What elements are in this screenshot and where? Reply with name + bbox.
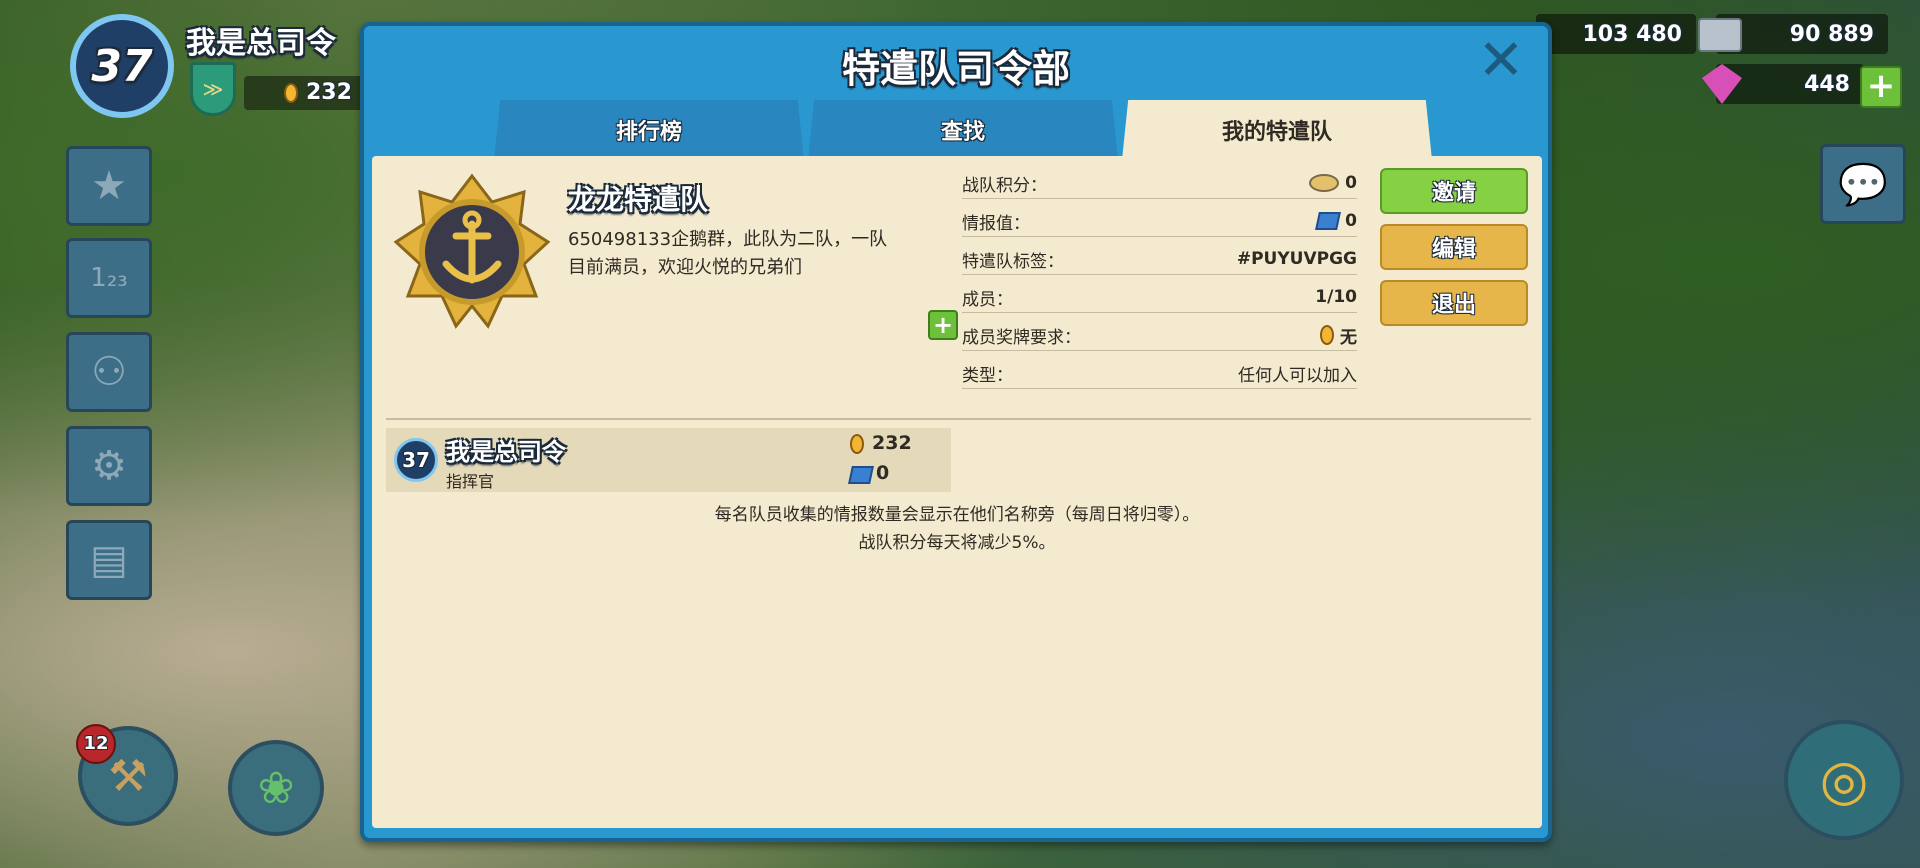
wood-counter: 103 480 bbox=[1536, 14, 1696, 54]
medal-icon bbox=[1320, 325, 1334, 345]
stat-row-team-score: 战队积分： 0 bbox=[962, 168, 1357, 199]
diamond-counter: 448 bbox=[1716, 64, 1864, 104]
stat-row-members: 成员： 1/10 bbox=[962, 282, 1357, 313]
leave-button[interactable]: 退出 bbox=[1380, 280, 1528, 326]
tab-search[interactable]: 查找 bbox=[808, 100, 1118, 160]
stat-value: 任何人可以加入 bbox=[1238, 365, 1357, 386]
treasure-icon[interactable]: ❀ bbox=[228, 740, 324, 836]
map-compass-icon[interactable]: ◎ bbox=[1784, 720, 1904, 840]
stat-value: 1/10 bbox=[1315, 287, 1357, 307]
stat-value: 0 bbox=[1345, 211, 1357, 231]
stat-row-type: 类型： 任何人可以加入 bbox=[962, 358, 1357, 389]
task-force-description: 650498133企鹅群，此队为二队，一队目前满员，欢迎火悦的兄弟们 bbox=[568, 229, 888, 278]
member-medals: 232 bbox=[872, 432, 912, 454]
stat-label: 成员： bbox=[962, 289, 1013, 310]
stat-row-intel: 情报值： 0 bbox=[962, 206, 1357, 237]
medal-icon bbox=[284, 83, 298, 103]
player-level-badge[interactable]: 37 bbox=[70, 14, 174, 118]
stat-label: 情报值： bbox=[962, 213, 1030, 234]
task-force-hq-dialog: 特遣队司令部 ✕ 排行榜 查找 我的特遣队 龙龙特遣队 650498133企鹅群… bbox=[360, 22, 1552, 842]
task-force-panel: 龙龙特遣队 650498133企鹅群，此队为二队，一队目前满员，欢迎火悦的兄弟们… bbox=[372, 156, 1542, 828]
rank-chevron-icon[interactable]: ≫ bbox=[190, 62, 236, 116]
add-diamonds-button[interactable]: + bbox=[1860, 66, 1902, 108]
intel-icon bbox=[848, 466, 874, 484]
stat-value: 无 bbox=[1340, 327, 1357, 348]
friends-icon[interactable]: ⚇ bbox=[66, 332, 152, 412]
member-row[interactable]: 37 我是总司令 指挥官 232 0 bbox=[386, 428, 951, 492]
stat-row-medal-requirement: 成员奖牌要求： 无 bbox=[962, 320, 1357, 351]
leaderboard-icon[interactable]: 1₂₃ bbox=[66, 238, 152, 318]
task-force-name: 龙龙特遣队 bbox=[568, 183, 709, 216]
invite-button[interactable]: 邀请 bbox=[1380, 168, 1528, 214]
score-decay-note: 战队积分每天将减少5%。 bbox=[858, 533, 1056, 553]
anchor-emblem-icon bbox=[393, 173, 551, 329]
tab-my-task-force[interactable]: 我的特遣队 bbox=[1122, 100, 1432, 160]
edit-button[interactable]: 编辑 bbox=[1380, 224, 1528, 270]
stat-label: 成员奖牌要求： bbox=[962, 327, 1081, 348]
stat-label: 战队积分： bbox=[962, 175, 1047, 196]
tab-leaderboard[interactable]: 排行榜 bbox=[494, 100, 804, 160]
dialog-title: 特遣队司令部 bbox=[841, 47, 1070, 91]
news-icon[interactable]: ▤ bbox=[66, 520, 152, 600]
stat-value: 0 bbox=[1345, 173, 1357, 193]
stat-label: 特遣队标签： bbox=[962, 251, 1064, 272]
settings-gear-icon[interactable]: ⚙ bbox=[66, 426, 152, 506]
divider bbox=[386, 418, 1531, 420]
close-icon[interactable]: ✕ bbox=[1476, 33, 1526, 89]
member-name: 我是总司令 bbox=[446, 438, 566, 466]
player-name: 我是总司令 bbox=[186, 26, 336, 61]
stat-label: 类型： bbox=[962, 365, 1013, 386]
member-level-badge: 37 bbox=[394, 438, 438, 482]
stat-value: #PUYUVPGG bbox=[1236, 249, 1357, 269]
member-role: 指挥官 bbox=[446, 472, 495, 491]
add-member-button[interactable]: + bbox=[928, 310, 958, 340]
stone-icon bbox=[1698, 18, 1742, 52]
chat-bubble-icon[interactable]: 💬 bbox=[1820, 144, 1906, 224]
medal-icon bbox=[850, 434, 864, 454]
stat-row-tag: 特遣队标签： #PUYUVPGG bbox=[962, 244, 1357, 275]
builder-count-badge: 12 bbox=[76, 724, 116, 764]
player-medals-value: 232 bbox=[306, 80, 352, 105]
intel-note: 每名队员收集的情报数量会显示在他们名称旁（每周日将归零）。 bbox=[714, 505, 1200, 525]
member-intel: 0 bbox=[876, 462, 890, 484]
team-score-icon bbox=[1309, 174, 1340, 192]
star-ranking-icon[interactable]: ★ bbox=[66, 146, 152, 226]
intel-icon bbox=[1315, 212, 1342, 230]
